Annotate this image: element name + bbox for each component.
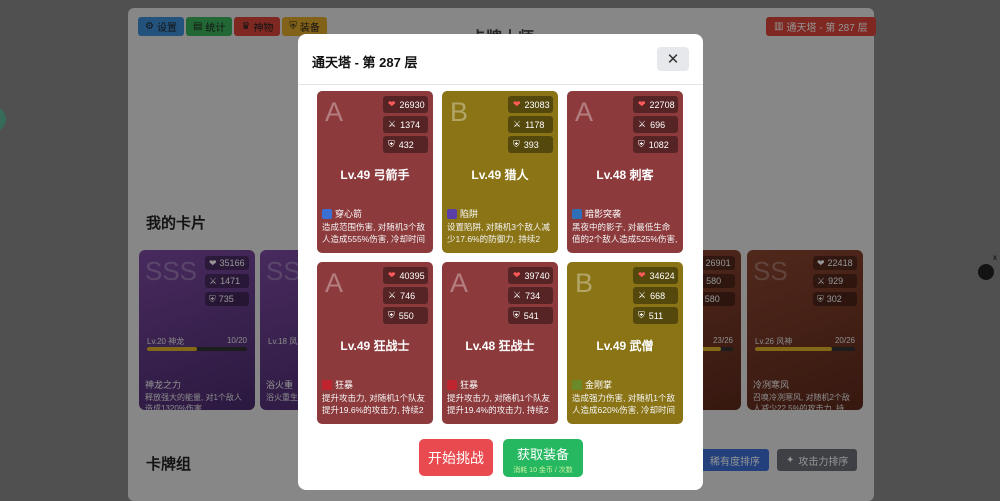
swords-icon: ⚔ <box>638 290 647 300</box>
card-grade: A <box>325 268 344 298</box>
swords-icon: ⚔ <box>513 290 522 300</box>
tower-modal: 通天塔 - 第 287 层 ✕ A ❤ 26930 ⚔ 1374 ⛨ 432 Lv.4… <box>298 34 703 490</box>
atk-stat: ⚔ 1178 <box>508 116 553 133</box>
shield-icon: ⛨ <box>638 310 645 320</box>
heart-icon: ❤ <box>388 270 396 280</box>
heart-icon: ❤ <box>638 270 646 280</box>
skill-label: 狂暴 <box>322 378 353 391</box>
atk-stat: ⚔ 696 <box>633 116 678 133</box>
card-grade: A <box>325 97 344 127</box>
skill-label: 狂暴 <box>447 378 478 391</box>
atk-stat: ⚔ 1374 <box>383 116 428 133</box>
skill-desc: 造成强力伤害, 对随机1个敌人造成620%伤害, 冷却时间1... <box>572 393 675 418</box>
shield-icon: ⛨ <box>388 139 395 149</box>
enemy-card[interactable]: A ❤ 22708 ⚔ 696 ⛨ 1082 Lv.48 刺客 暗影突袭 黑夜中的影子… <box>567 91 683 253</box>
def-stat: ⛨ 393 <box>508 136 553 153</box>
skill-label: 陷阱 <box>447 207 478 220</box>
enemy-card[interactable]: A ❤ 26930 ⚔ 1374 ⛨ 432 Lv.49 弓箭手 穿心箭 造成范围伤害… <box>317 91 433 253</box>
def-stat: ⛨ 1082 <box>633 136 678 153</box>
enemy-card[interactable]: B ❤ 34624 ⚔ 668 ⛨ 511 Lv.49 武僧 金刚掌 造成强力伤害, … <box>567 262 683 424</box>
card-grade: A <box>450 268 469 298</box>
shield-icon: ⛨ <box>513 139 520 149</box>
hp-stat: ❤ 39740 <box>508 267 553 284</box>
card-name: Lv.49 弓箭手 <box>340 168 410 182</box>
skill-desc: 设置陷阱, 对随机3个敌人减少17.6%的防御力, 持续2回... <box>447 222 550 247</box>
get-equipment-button[interactable]: 获取装备 消耗 10 金币 / 次数 <box>503 439 583 477</box>
heart-icon: ❤ <box>638 99 646 109</box>
skill-desc: 提升攻击力, 对随机1个队友提升19.4%的攻击力, 持续2回... <box>447 393 550 418</box>
skill-label: 暗影突袭 <box>572 207 621 220</box>
heart-icon: ❤ <box>513 270 521 280</box>
modal-close-button[interactable]: ✕ <box>657 47 689 71</box>
hp-stat: ❤ 23083 <box>508 96 553 113</box>
shield-icon: ⛨ <box>513 310 520 320</box>
atk-stat: ⚔ 746 <box>383 287 428 304</box>
skill-desc: 造成范围伤害, 对随机3个敌人造成555%伤害, 冷却时间1... <box>322 222 425 247</box>
def-stat: ⛨ 511 <box>633 307 678 324</box>
gear-button-label: 获取装备 <box>516 447 569 462</box>
swords-icon: ⚔ <box>388 119 397 129</box>
skill-label: 穿心箭 <box>322 207 362 220</box>
enemy-cards-area[interactable]: A ❤ 26930 ⚔ 1374 ⛨ 432 Lv.49 弓箭手 穿心箭 造成范围伤害… <box>298 85 703 430</box>
card-name: Lv.48 刺客 <box>596 168 654 182</box>
enemy-card[interactable]: B ❤ 23083 ⚔ 1178 ⛨ 393 Lv.49 猎人 陷阱 设置陷阱, 对随… <box>442 91 558 253</box>
card-grade: B <box>575 268 594 298</box>
enemy-card[interactable]: A ❤ 39740 ⚔ 734 ⛨ 541 Lv.48 狂战士 狂暴 提升攻击力, 对… <box>442 262 558 424</box>
swords-icon: ⚔ <box>513 119 522 129</box>
heart-icon: ❤ <box>513 99 521 109</box>
card-grade: A <box>575 97 594 127</box>
heart-icon: ❤ <box>388 99 396 109</box>
swords-icon: ⚔ <box>638 119 647 129</box>
skill-desc: 提升攻击力, 对随机1个队友提升19.6%的攻击力, 持续2回... <box>322 393 425 418</box>
card-grade: B <box>450 97 469 127</box>
shadow-icon <box>572 208 582 219</box>
trap-icon <box>447 208 457 219</box>
atk-stat: ⚔ 734 <box>508 287 553 304</box>
close-icon: ✕ <box>666 51 680 68</box>
card-name: Lv.49 狂战士 <box>340 339 410 353</box>
card-name: Lv.49 武僧 <box>596 339 654 353</box>
rage-icon <box>447 379 457 390</box>
shield-icon: ⛨ <box>638 139 645 149</box>
shield-icon: ⛨ <box>388 310 395 320</box>
swords-icon: ⚔ <box>388 290 397 300</box>
hp-stat: ❤ 22708 <box>633 96 678 113</box>
modal-title: 通天塔 - 第 287 层 <box>312 55 418 70</box>
card-name: Lv.49 猎人 <box>471 168 529 182</box>
palm-icon <box>572 379 582 390</box>
atk-stat: ⚔ 668 <box>633 287 678 304</box>
hp-stat: ❤ 40395 <box>383 267 428 284</box>
gear-button-sub: 消耗 10 金币 / 次数 <box>513 467 573 474</box>
hp-stat: ❤ 26930 <box>383 96 428 113</box>
def-stat: ⛨ 432 <box>383 136 428 153</box>
card-name: Lv.48 狂战士 <box>465 339 535 353</box>
enemy-card[interactable]: A ❤ 40395 ⚔ 746 ⛨ 550 Lv.49 狂战士 狂暴 提升攻击力, 对… <box>317 262 433 424</box>
rage-icon <box>322 379 332 390</box>
hp-stat: ❤ 34624 <box>633 267 678 284</box>
start-challenge-button[interactable]: 开始挑战 <box>419 439 493 476</box>
arrow-icon <box>322 208 332 219</box>
def-stat: ⛨ 541 <box>508 307 553 324</box>
skill-label: 金刚掌 <box>572 378 612 391</box>
skill-desc: 黑夜中的影子, 对最低生命值的2个敌人造成525%伤害, ... <box>572 222 678 247</box>
def-stat: ⛨ 550 <box>383 307 428 324</box>
